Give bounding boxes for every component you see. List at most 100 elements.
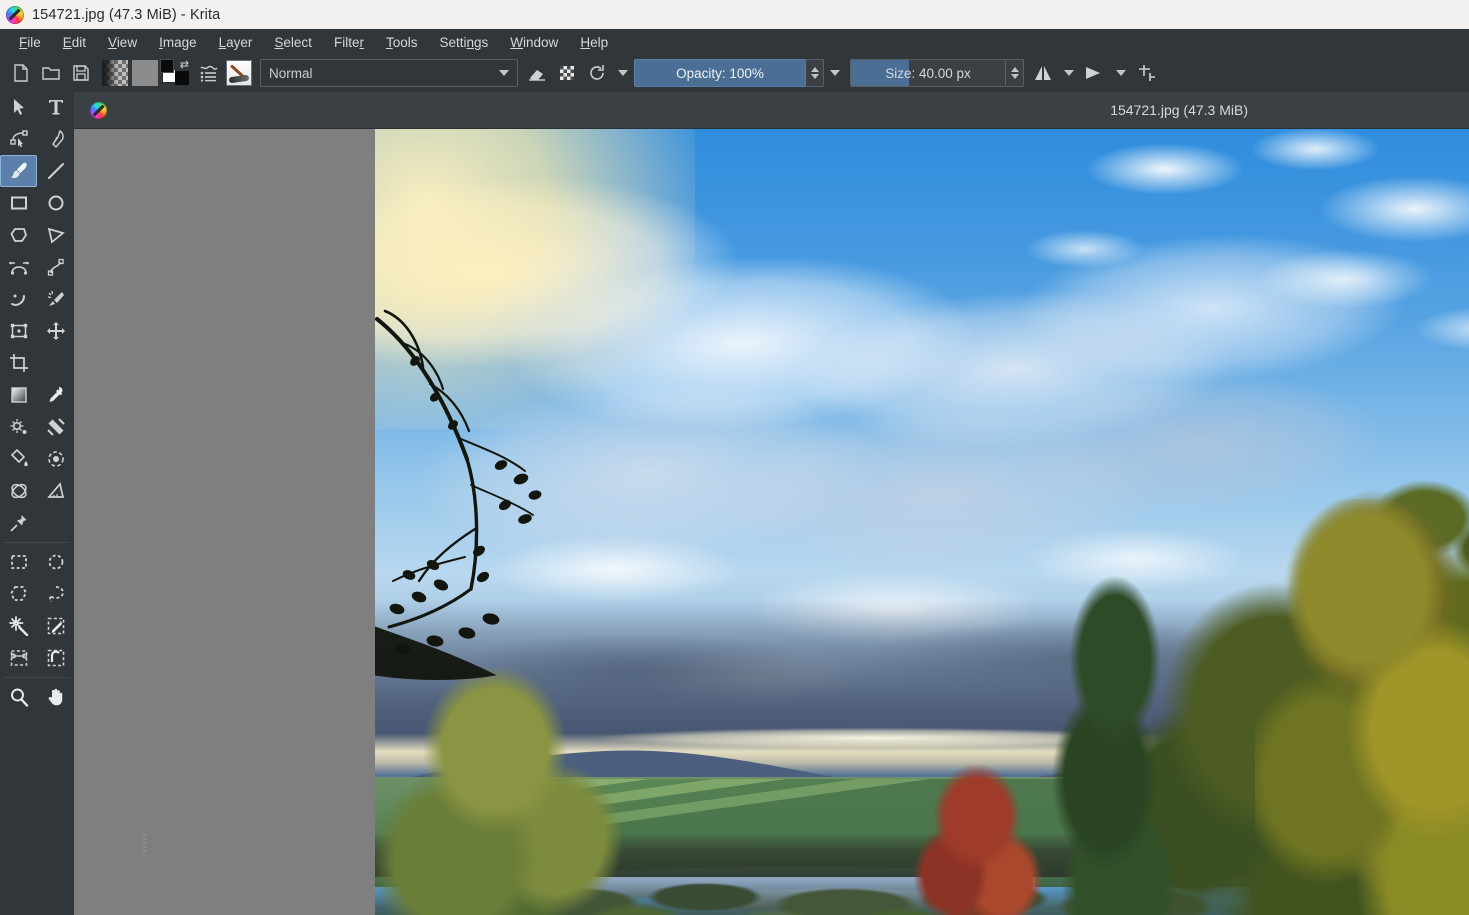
tool-rectangle[interactable] <box>0 187 37 219</box>
chevron-down-icon <box>618 70 628 76</box>
menu-tools[interactable]: Tools <box>375 32 429 53</box>
tool-reference-images[interactable] <box>0 507 37 539</box>
tool-edit-shapes[interactable] <box>0 123 37 155</box>
tool-dynamic-brush[interactable] <box>0 283 37 315</box>
tool-pan[interactable] <box>37 681 74 713</box>
calligraphy-pen-icon <box>46 129 66 149</box>
wrap-around-mode-button[interactable] <box>1132 58 1162 88</box>
current-brush-preset-button[interactable] <box>224 58 254 88</box>
polygon-select-icon <box>9 584 29 604</box>
tool-text[interactable] <box>37 91 74 123</box>
tool-bezier-curve[interactable] <box>0 251 37 283</box>
move-cross-icon <box>46 321 66 341</box>
tool-enclose-fill[interactable] <box>37 443 74 475</box>
panel-splitter-handle[interactable] <box>142 832 147 854</box>
open-document-button[interactable] <box>36 58 66 88</box>
new-document-button[interactable] <box>6 58 36 88</box>
reload-preset-button[interactable] <box>582 58 612 88</box>
tool-colorize-mask[interactable] <box>0 411 37 443</box>
tool-line[interactable] <box>37 155 74 187</box>
foreground-color-swatch <box>160 59 174 73</box>
opacity-stepper[interactable] <box>806 59 824 87</box>
tool-calligraphy[interactable] <box>37 123 74 155</box>
tool-assistant[interactable] <box>0 475 37 507</box>
tool-gradient[interactable] <box>0 379 37 411</box>
tool-polygon[interactable] <box>0 219 37 251</box>
tool-measure[interactable] <box>37 475 74 507</box>
toolbox-grid <box>0 91 74 713</box>
measure-triangle-icon <box>46 481 66 501</box>
menu-filter[interactable]: Filter <box>323 32 375 53</box>
tool-bezier-selection[interactable] <box>0 642 37 674</box>
tool-freehand-selection[interactable] <box>37 578 74 610</box>
brush-size-stepper[interactable] <box>1006 59 1024 87</box>
menu-file[interactable]: File <box>8 32 52 53</box>
menu-edit[interactable]: Edit <box>52 32 97 53</box>
bezier-select-icon <box>9 648 29 668</box>
tool-smart-patch[interactable] <box>37 411 74 443</box>
tool-magnetic-selection[interactable] <box>37 642 74 674</box>
document-tab-bar: 154721.jpg (47.3 MiB) <box>74 92 1469 129</box>
mirror-vertical-button[interactable] <box>1080 58 1110 88</box>
reload-preset-dropdown[interactable] <box>612 59 634 87</box>
pattern-preview-button[interactable] <box>130 58 160 88</box>
tool-rectangular-selection[interactable] <box>0 546 37 578</box>
tool-polyline[interactable] <box>37 219 74 251</box>
opacity-slider[interactable]: Opacity: 100% <box>634 59 806 87</box>
tool-fill[interactable] <box>0 443 37 475</box>
foreground-background-color[interactable]: ⇄ <box>160 58 190 88</box>
menu-window[interactable]: Window <box>499 32 569 53</box>
text-t-icon <box>46 97 66 117</box>
brush-presets-button[interactable] <box>194 58 224 88</box>
preserve-alpha-button[interactable] <box>552 58 582 88</box>
brush-size-slider[interactable]: Size: 40.00 px <box>850 59 1006 87</box>
image-red-maple-tree <box>905 759 1055 915</box>
opacity-dropdown[interactable] <box>824 59 846 87</box>
menu-settings[interactable]: Settings <box>428 32 499 53</box>
document-name: 154721.jpg (47.3 MiB) <box>1110 102 1248 118</box>
mirror-vertical-dropdown[interactable] <box>1110 59 1132 87</box>
tool-freehand-brush[interactable] <box>0 155 37 187</box>
gradient-preview-button[interactable] <box>100 58 130 88</box>
menu-layer[interactable]: Layer <box>208 32 264 53</box>
tool-similar-color-selection[interactable] <box>37 610 74 642</box>
tool-freehand-path[interactable] <box>37 251 74 283</box>
menu-select[interactable]: Select <box>263 32 323 53</box>
tool-contiguous-selection[interactable] <box>0 610 37 642</box>
tool-polygonal-selection[interactable] <box>0 578 37 610</box>
tool-ellipse[interactable] <box>37 187 74 219</box>
menu-image[interactable]: Image <box>148 32 208 53</box>
main-toolbar: ⇄ Normal <box>0 55 1469 91</box>
tool-select-shapes[interactable] <box>0 91 37 123</box>
image-silhouette-branches <box>375 289 635 709</box>
mirror-horizontal-dropdown[interactable] <box>1058 59 1080 87</box>
paint-bucket-icon <box>9 449 29 469</box>
save-document-button[interactable] <box>66 58 96 88</box>
tool-zoom[interactable] <box>0 681 37 713</box>
canvas-area[interactable] <box>74 129 1469 915</box>
transform-icon <box>9 321 29 341</box>
tool-transform[interactable] <box>0 315 37 347</box>
menu-help[interactable]: Help <box>569 32 619 53</box>
tool-color-picker[interactable] <box>37 379 74 411</box>
mirror-horizontal-button[interactable] <box>1028 58 1058 88</box>
krita-document-icon[interactable] <box>90 102 107 119</box>
gradient-swatch <box>102 60 128 86</box>
pattern-swatch <box>132 60 158 86</box>
menu-view[interactable]: View <box>97 32 148 53</box>
eraser-mode-button[interactable] <box>522 58 552 88</box>
tool-multibrush[interactable] <box>37 283 74 315</box>
tool-move[interactable] <box>37 315 74 347</box>
krita-logo-icon <box>6 6 24 24</box>
brush-size-value: Size: 40.00 px <box>885 66 971 81</box>
blending-mode-select[interactable]: Normal <box>260 59 518 87</box>
menu-bar: File Edit View Image Layer Select Filter… <box>0 29 1469 55</box>
paintbrush-icon <box>9 161 29 181</box>
swap-colors-icon[interactable]: ⇄ <box>180 58 189 71</box>
toolbox-spacer-2 <box>37 507 74 539</box>
tool-elliptical-selection[interactable] <box>37 546 74 578</box>
krita-window: 154721.jpg (47.3 MiB) - Krita File Edit … <box>0 0 1469 915</box>
tool-crop[interactable] <box>0 347 37 379</box>
arrow-cursor-icon <box>9 97 29 117</box>
canvas-image[interactable] <box>375 129 1469 915</box>
